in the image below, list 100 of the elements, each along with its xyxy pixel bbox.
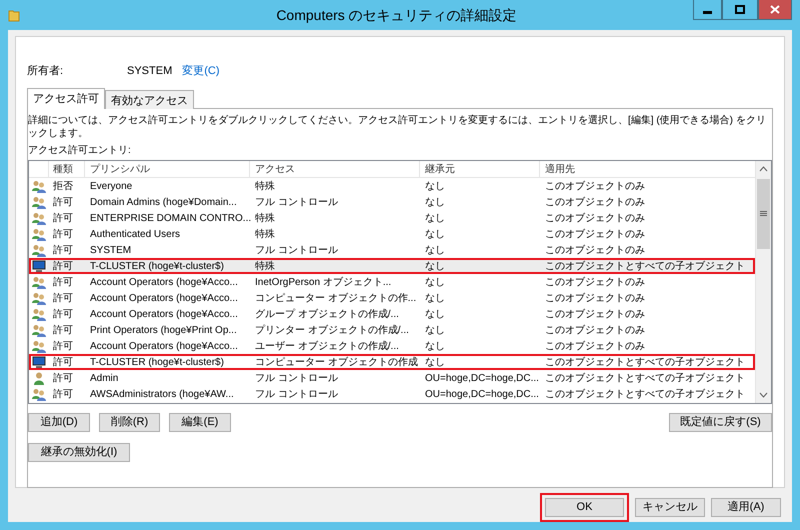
group-icon — [32, 340, 46, 352]
table-cell-text: 許可 — [52, 244, 74, 258]
table-cell-text: なし — [424, 180, 446, 194]
column-header[interactable]: 継承元 — [420, 161, 540, 178]
entries-label: アクセス許可エントリ: — [28, 144, 132, 157]
maximize-button[interactable] — [722, 0, 758, 20]
group-icon — [32, 196, 46, 208]
table-cell-text: このオブジェクトのみ — [544, 308, 646, 322]
table-cell-text: なし — [424, 276, 446, 290]
dialog-button[interactable]: キャンセル — [635, 498, 705, 517]
table-cell-text: このオブジェクトのみ — [544, 212, 646, 226]
folder-icon — [8, 8, 20, 22]
table-cell-text: T-CLUSTER (hoge¥t-cluster$) — [89, 260, 225, 274]
entry-button[interactable]: 追加(D) — [28, 413, 90, 432]
table-cell-text: なし — [424, 196, 446, 210]
table-cell-text: Print Operators (hoge¥Print Op... — [89, 324, 238, 338]
entry-button[interactable]: 削除(R) — [99, 413, 160, 432]
table-cell-text: OU=hoge,DC=hoge,DC... — [424, 388, 540, 402]
table-cell-text: このオブジェクトのみ — [544, 292, 646, 306]
list-row[interactable]: 許可 Domain Admins (hoge¥Domain... フル コントロール なし このオブジェクトのみ — [29, 194, 755, 210]
table-cell-text: このオブジェクトとすべての子オブジェクト — [544, 356, 746, 370]
close-button[interactable] — [758, 0, 792, 20]
table-cell-text: 拒否 — [52, 180, 74, 194]
group-icon — [32, 228, 46, 240]
table-cell-text: 特殊 — [254, 260, 276, 274]
list-row[interactable]: 許可 T-CLUSTER (hoge¥t-cluster$) コンピューター オブジェクトの作成 なし このオブジェクトとすべての子オブジェクト — [29, 354, 755, 370]
table-cell-text: 許可 — [52, 260, 74, 274]
list-row[interactable]: 許可 Account Operators (hoge¥Acco... コンピューター オブジェクトの作... なし このオブジェクトのみ — [29, 290, 755, 306]
list-row[interactable]: 許可 Account Operators (hoge¥Acco... グループ オブジェクトの作成/... なし このオブジェクトのみ — [29, 306, 755, 322]
table-cell-text: このオブジェクトのみ — [544, 324, 646, 338]
group-icon — [32, 388, 46, 400]
list-row[interactable]: 許可 AWSAdministrators (hoge¥AW... フル コントロール OU=hoge,DC=hoge,DC... このオブジェクトとすべての子オブジェクト — [29, 386, 755, 402]
list-row[interactable]: 許可 Print Operators (hoge¥Print Op... プリンター オブジェクトの作成/... なし このオブジェクトのみ — [29, 322, 755, 338]
table-cell-text: このオブジェクトとすべての子オブジェクト — [544, 260, 746, 274]
dialog-button[interactable]: OK — [545, 498, 624, 517]
group-icon — [32, 308, 46, 320]
table-cell-text: Account Operators (hoge¥Acco... — [89, 340, 239, 354]
list-row[interactable]: 許可 Account Operators (hoge¥Acco... ユーザー オブジェクトの作成/... なし このオブジェクトのみ — [29, 338, 755, 354]
list-row[interactable]: 許可 Authenticated Users 特殊 なし このオブジェクトのみ — [29, 226, 755, 242]
description-text: 詳細については、アクセス許可エントリをダブルクリックしてください。アクセス許可エントリを変更するには、エントリを選択し、[編集] (使用できる場合) をクリックします。 — [28, 114, 767, 140]
table-cell-text: このオブジェクトのみ — [544, 180, 646, 194]
table-cell-text: InetOrgPerson オブジェクト... — [254, 276, 392, 290]
table-cell-text: このオブジェクトのみ — [544, 228, 646, 242]
list-row[interactable]: 許可 Account Operators (hoge¥Acco... InetOrgPerson オブジェクト... なし このオブジェクトのみ — [29, 274, 755, 290]
group-icon — [32, 212, 46, 224]
table-cell-text: なし — [424, 340, 446, 354]
group-icon — [32, 324, 46, 336]
table-cell-text: フル コントロール — [254, 196, 339, 210]
table-cell-text: 許可 — [52, 212, 74, 226]
list-row[interactable]: 許可 SYSTEM フル コントロール なし このオブジェクトのみ — [29, 242, 755, 258]
table-cell-text: Account Operators (hoge¥Acco... — [89, 276, 239, 290]
table-cell-text: 許可 — [52, 228, 74, 242]
list-row[interactable]: 許可 T-CLUSTER (hoge¥t-cluster$) 特殊 なし このオブジェクトとすべての子オブジェクト — [29, 258, 755, 274]
table-cell-text: AWSAdministrators (hoge¥AW... — [89, 388, 235, 402]
table-cell-text: フル コントロール — [254, 244, 339, 258]
table-cell-text: フル コントロール — [254, 388, 339, 402]
table-cell-text: 許可 — [52, 356, 74, 370]
table-cell-text: なし — [424, 292, 446, 306]
table-cell-text: Domain Admins (hoge¥Domain... — [89, 196, 238, 210]
table-cell-text: コンピューター オブジェクトの作成 — [254, 356, 419, 370]
table-cell-text: なし — [424, 324, 446, 338]
group-icon — [32, 292, 46, 304]
minimize-button[interactable] — [693, 0, 722, 20]
table-cell-text: Admin — [89, 372, 120, 386]
disable-inheritance-button[interactable]: 継承の無効化(I) — [28, 443, 130, 462]
tab[interactable]: 有効なアクセス — [105, 90, 194, 109]
table-cell-text: Account Operators (hoge¥Acco... — [89, 308, 239, 322]
maximize-icon — [735, 5, 745, 14]
table-cell-text: OU=hoge,DC=hoge,DC... — [424, 372, 540, 386]
group-icon — [32, 244, 46, 256]
table-cell-text: プリンター オブジェクトの作成/... — [254, 324, 410, 338]
table-cell-text: なし — [424, 308, 446, 322]
column-header[interactable]: 種類 — [49, 161, 85, 178]
table-cell-text: このオブジェクトのみ — [544, 276, 646, 290]
group-icon — [32, 180, 46, 192]
list-row[interactable]: 許可 Admin フル コントロール OU=hoge,DC=hoge,DC... このオブジェクトとすべての子オブジェクト — [29, 370, 755, 386]
table-cell-text: ENTERPRISE DOMAIN CONTRO... — [89, 212, 250, 226]
table-cell-text: 許可 — [52, 340, 74, 354]
table-cell-text: Account Operators (hoge¥Acco... — [89, 292, 239, 306]
table-cell-text: 許可 — [52, 292, 74, 306]
table-cell-text: 許可 — [52, 324, 74, 338]
list-row[interactable]: 拒否 Everyone 特殊 なし このオブジェクトのみ — [29, 178, 755, 194]
column-header[interactable]: プリンシパル — [85, 161, 250, 178]
user-icon — [32, 372, 46, 384]
group-icon — [32, 276, 46, 288]
dialog-button[interactable]: 適用(A) — [711, 498, 781, 517]
entry-button[interactable]: 編集(E) — [169, 413, 231, 432]
table-cell-text: このオブジェクトとすべての子オブジェクト — [544, 372, 746, 386]
scrollbar-thumb[interactable] — [757, 179, 770, 249]
column-header[interactable]: アクセス — [250, 161, 420, 178]
table-cell-text: このオブジェクトのみ — [544, 196, 646, 210]
table-cell-text: なし — [424, 228, 446, 242]
table-cell-text: なし — [424, 212, 446, 226]
tab[interactable]: アクセス許可 — [27, 88, 105, 109]
list-row[interactable]: 許可 ENTERPRISE DOMAIN CONTRO... 特殊 なし このオブジェクトのみ — [29, 210, 755, 226]
owner-value: SYSTEM — [127, 64, 172, 79]
table-cell-text: SYSTEM — [89, 244, 132, 258]
change-link[interactable]: 変更(C) — [182, 62, 220, 80]
restore-defaults-button[interactable]: 既定値に戻す(S) — [669, 413, 772, 432]
table-cell-text: このオブジェクトのみ — [544, 340, 646, 354]
